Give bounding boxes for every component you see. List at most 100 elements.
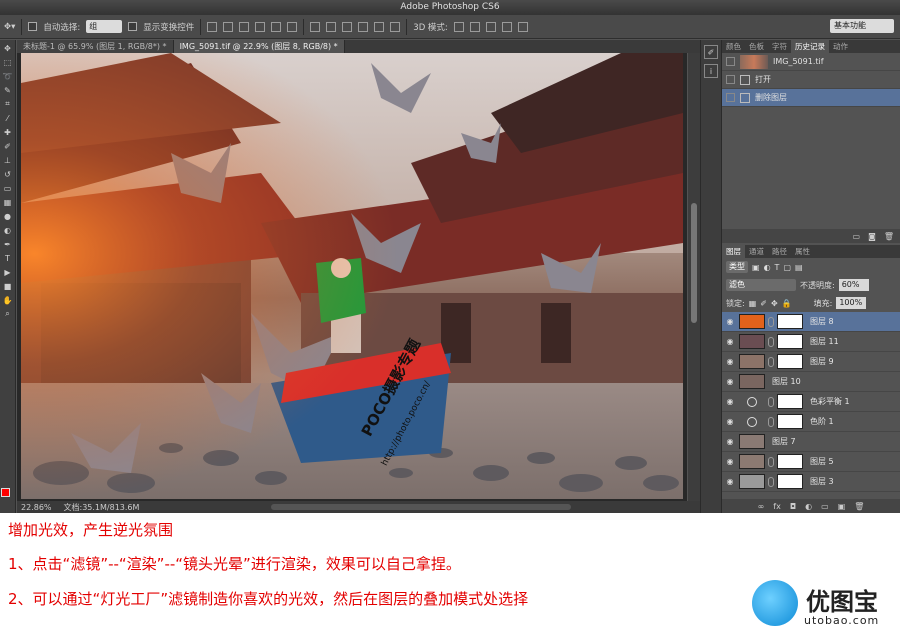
- add-mask-icon[interactable]: ◘: [790, 502, 796, 511]
- layer-row[interactable]: ◉ 图层 10: [722, 372, 900, 392]
- new-group-icon[interactable]: ▭: [821, 502, 829, 511]
- color-swatches[interactable]: [1, 488, 15, 504]
- tab-character[interactable]: 字符: [768, 40, 791, 53]
- history-step[interactable]: 打开: [722, 71, 900, 89]
- filter-pixel-icon[interactable]: ▣: [752, 263, 760, 272]
- show-transform-checkbox[interactable]: [128, 22, 138, 31]
- eye-icon[interactable]: ◉: [724, 477, 736, 486]
- filter-kind-dropdown[interactable]: 类型: [726, 261, 748, 273]
- align-top-icon[interactable]: [207, 21, 218, 32]
- eye-icon[interactable]: ◉: [724, 457, 736, 466]
- chain-link-icon[interactable]: [768, 476, 774, 487]
- history-snapshot[interactable]: IMG_5091.tif: [722, 53, 900, 71]
- tab-channels[interactable]: 通道: [745, 245, 768, 258]
- type-tool-icon[interactable]: T: [2, 252, 14, 264]
- history-step[interactable]: 删除图层: [722, 89, 900, 107]
- layer-row[interactable]: ◉ 图层 7: [722, 432, 900, 452]
- chain-link-icon[interactable]: [768, 336, 774, 347]
- distribute-right-icon[interactable]: [390, 21, 401, 32]
- eye-icon[interactable]: ◉: [724, 397, 736, 406]
- healing-brush-tool-icon[interactable]: ✚: [2, 126, 14, 138]
- camera-icon[interactable]: ◙: [868, 232, 876, 241]
- eye-icon[interactable]: ◉: [724, 337, 736, 346]
- fill-field[interactable]: 100%: [836, 297, 867, 309]
- drag-3d-icon[interactable]: [485, 21, 496, 32]
- vertical-scrollbar[interactable]: [688, 53, 700, 501]
- eye-icon[interactable]: ◉: [724, 357, 736, 366]
- distribute-center-icon[interactable]: [374, 21, 385, 32]
- align-left-icon[interactable]: [255, 21, 266, 32]
- layer-row[interactable]: ◉ 图层 9: [722, 352, 900, 372]
- clone-stamp-tool-icon[interactable]: ⊥: [2, 154, 14, 166]
- distribute-top-icon[interactable]: [310, 21, 321, 32]
- path-select-tool-icon[interactable]: ▶: [2, 266, 14, 278]
- filter-adjustment-icon[interactable]: ◐: [764, 263, 771, 272]
- tab-img-5091[interactable]: IMG_5091.tif @ 22.9% (图层 8, RGB/8) *: [173, 40, 345, 53]
- tab-history[interactable]: 历史记录: [791, 40, 829, 53]
- gradient-tool-icon[interactable]: ▦: [2, 196, 14, 208]
- filter-shape-icon[interactable]: ▢: [783, 263, 791, 272]
- opacity-field[interactable]: 60%: [838, 279, 869, 291]
- align-bottom-icon[interactable]: [239, 21, 250, 32]
- dodge-tool-icon[interactable]: ◐: [2, 224, 14, 236]
- layer-mask-thumbnail[interactable]: [777, 414, 803, 429]
- info-icon[interactable]: i: [704, 64, 718, 78]
- eyedropper-tool-icon[interactable]: ⁄: [2, 112, 14, 124]
- eraser-tool-icon[interactable]: ▭: [2, 182, 14, 194]
- distribute-bottom-icon[interactable]: [342, 21, 353, 32]
- tab-layers[interactable]: 图层: [722, 245, 745, 258]
- scale-3d-icon[interactable]: [517, 21, 528, 32]
- chain-link-icon[interactable]: [768, 416, 774, 427]
- align-center-icon[interactable]: [271, 21, 282, 32]
- chain-link-icon[interactable]: [768, 396, 774, 407]
- tab-properties[interactable]: 属性: [791, 245, 814, 258]
- layer-row[interactable]: ◉ 图层 8: [722, 312, 900, 332]
- chain-link-icon[interactable]: [768, 316, 774, 327]
- eye-icon[interactable]: ◉: [724, 437, 736, 446]
- lasso-tool-icon[interactable]: ➰: [2, 70, 14, 82]
- horizontal-scrollbar[interactable]: [271, 504, 572, 510]
- document-image[interactable]: [21, 53, 683, 499]
- brush-preset-icon[interactable]: ✐: [704, 45, 718, 59]
- tab-actions[interactable]: 动作: [829, 40, 852, 53]
- align-right-icon[interactable]: [287, 21, 298, 32]
- trash-icon[interactable]: 🗑: [884, 232, 894, 241]
- filter-type-icon[interactable]: T: [775, 263, 780, 272]
- rotate-3d-icon[interactable]: [453, 21, 464, 32]
- layer-mask-thumbnail[interactable]: [777, 334, 803, 349]
- layer-row[interactable]: ◉ 图层 11: [722, 332, 900, 352]
- crop-tool-icon[interactable]: ⌗: [2, 98, 14, 110]
- layer-row[interactable]: ◉ 图层 3: [722, 472, 900, 492]
- history-step-checkbox[interactable]: [726, 75, 735, 84]
- lock-all-icon[interactable]: 🔒: [782, 299, 792, 308]
- pen-tool-icon[interactable]: ✒: [2, 238, 14, 250]
- adjustment-layer-icon[interactable]: ◐: [805, 502, 812, 511]
- lock-transparent-icon[interactable]: ▦: [749, 299, 757, 308]
- brush-tool-icon[interactable]: ✐: [2, 140, 14, 152]
- layer-style-icon[interactable]: fx: [773, 502, 781, 511]
- foreground-color-swatch[interactable]: [1, 488, 10, 497]
- link-layers-icon[interactable]: ∞: [758, 502, 765, 511]
- history-step-checkbox[interactable]: [726, 93, 735, 102]
- history-brush-tool-icon[interactable]: ↺: [2, 168, 14, 180]
- layer-mask-thumbnail[interactable]: [777, 394, 803, 409]
- slide-3d-icon[interactable]: [501, 21, 512, 32]
- shape-tool-icon[interactable]: ■: [2, 280, 14, 292]
- tab-swatches[interactable]: 色板: [745, 40, 768, 53]
- blend-mode-dropdown[interactable]: 滤色: [726, 279, 796, 291]
- layer-mask-thumbnail[interactable]: [777, 354, 803, 369]
- lock-position-icon[interactable]: ✥: [771, 299, 778, 308]
- distribute-left-icon[interactable]: [358, 21, 369, 32]
- workspace-dropdown[interactable]: 基本功能: [830, 19, 894, 33]
- move-tool-icon[interactable]: ✥▾: [4, 22, 15, 32]
- layer-row[interactable]: ◉ 图层 5: [722, 452, 900, 472]
- tab-untitled-1[interactable]: 未标题-1 @ 65.9% (图层 1, RGB/8*) *: [17, 40, 174, 53]
- layer-row[interactable]: ◉ 色彩平衡 1: [722, 392, 900, 412]
- chain-link-icon[interactable]: [768, 356, 774, 367]
- auto-select-dropdown[interactable]: 组: [86, 20, 123, 33]
- zoom-level[interactable]: 22.86%: [21, 503, 52, 512]
- eye-icon[interactable]: ◉: [724, 377, 736, 386]
- new-layer-icon[interactable]: ▣: [838, 502, 846, 511]
- layer-row[interactable]: ◉ 色阶 1: [722, 412, 900, 432]
- canvas-area[interactable]: [17, 53, 687, 501]
